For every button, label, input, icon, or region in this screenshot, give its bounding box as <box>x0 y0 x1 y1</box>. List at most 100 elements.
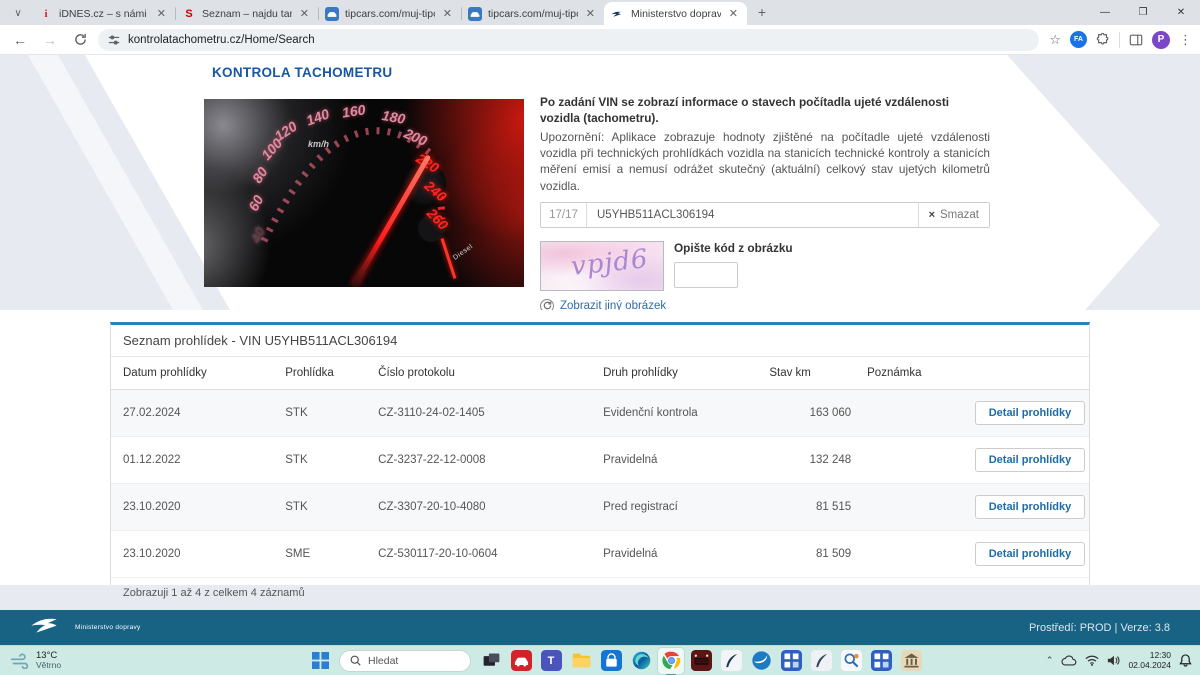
cell-station: STK <box>277 483 371 531</box>
side-panel-icon[interactable] <box>1129 33 1143 47</box>
detail-button[interactable]: Detail prohlídky <box>974 401 1086 425</box>
browser-tab[interactable]: i iDNES.cz – s námi víte víc ✕ <box>32 2 175 25</box>
cell-type: Pravidelná <box>595 436 762 484</box>
forward-icon[interactable]: → <box>38 28 62 52</box>
cell-protocol: CZ-3307-20-10-4080 <box>370 483 596 531</box>
cell-km: 81 515 <box>761 483 860 531</box>
taskbar-search[interactable]: Hledat <box>339 649 471 672</box>
weather-widget[interactable]: 13°C Větrno <box>10 650 62 671</box>
cell-station: STK <box>277 389 371 437</box>
tiles-app-icon[interactable] <box>778 648 804 674</box>
tray-chevron-icon[interactable]: ⌃ <box>1046 655 1054 666</box>
window-maximize-icon[interactable]: ❐ <box>1124 0 1162 25</box>
window-minimize-icon[interactable]: — <box>1086 0 1124 25</box>
wifi-icon[interactable] <box>1085 655 1100 666</box>
taskbar-apps: T <box>478 647 924 675</box>
quill-icon[interactable] <box>718 648 744 674</box>
cell-protocol: CZ-3110-24-02-1405 <box>370 389 596 437</box>
tab-close-icon[interactable]: ✕ <box>298 7 311 20</box>
weather-condition: Větrno <box>36 660 62 671</box>
search-icon <box>350 655 361 666</box>
quill2-icon[interactable] <box>808 648 834 674</box>
table-row: 27.02.2024 STK CZ-3110-24-02-1405 Eviden… <box>111 389 1089 437</box>
captcha-label: Opište kód z obrázku <box>674 240 793 255</box>
tab-close-icon[interactable]: ✕ <box>584 7 597 20</box>
extension-badge[interactable]: FA <box>1070 31 1087 48</box>
window-close-icon[interactable]: ✕ <box>1162 0 1200 25</box>
tab-close-icon[interactable]: ✕ <box>441 7 454 20</box>
bookmark-star-icon[interactable]: ☆ <box>1049 32 1061 48</box>
edge-icon[interactable] <box>628 648 654 674</box>
reload-icon[interactable] <box>68 28 92 52</box>
address-bar[interactable]: kontrolatachometru.cz/Home/Search <box>98 28 1040 51</box>
cell-date: 01.12.2022 <box>111 436 278 484</box>
car-grille-icon[interactable] <box>688 648 714 674</box>
hero-section: KONTROLA TACHOMETRU 120 140 160 180 200 220 24… <box>0 55 1200 310</box>
browser-toolbar: ← → kontrolatachometru.cz/Home/Search ☆ … <box>0 25 1200 55</box>
table-header-row: Datum prohlídky Prohlídka Číslo protokolu D… <box>111 357 1089 390</box>
tab-close-icon[interactable]: ✕ <box>155 7 168 20</box>
file-explorer-icon[interactable] <box>568 648 594 674</box>
column-header: Poznámka <box>859 357 967 390</box>
results-section: Seznam prohlídek - VIN U5YHB511ACL306194… <box>0 310 1200 609</box>
browser-menu-icon[interactable]: ⋮ <box>1179 32 1192 48</box>
detail-button[interactable]: Detail prohlídky <box>974 448 1086 472</box>
onedrive-cloud-icon[interactable] <box>1061 655 1077 666</box>
tiles-app2-icon[interactable] <box>868 648 894 674</box>
vin-input[interactable] <box>587 202 918 227</box>
back-icon[interactable]: ← <box>8 28 32 52</box>
swan-app-icon[interactable] <box>748 648 774 674</box>
site-info-icon[interactable] <box>108 34 120 46</box>
refresh-captcha-link[interactable]: Zobrazit jiný obrázek <box>560 300 666 310</box>
url-text: kontrolatachometru.cz/Home/Search <box>128 33 315 46</box>
browser-tab[interactable]: tipcars.com/muj-tipcars/inzerc ✕ <box>461 2 604 25</box>
taskview-icon[interactable] <box>478 648 504 674</box>
detail-button[interactable]: Detail prohlídky <box>974 495 1086 519</box>
cell-note <box>859 483 967 531</box>
cell-protocol: CZ-530117-20-10-0604 <box>370 530 596 578</box>
refresh-captcha-icon[interactable] <box>540 298 554 310</box>
captcha-image: vpjd6 <box>540 240 664 291</box>
clear-button[interactable]: × Smazat <box>917 202 989 227</box>
profile-avatar[interactable]: P <box>1152 30 1170 49</box>
site-footer: Ministerstvo dopravy Prostředí: PROD | V… <box>0 610 1200 645</box>
new-tab-button[interactable]: + <box>751 1 773 23</box>
tab-search-chevron-icon[interactable]: ∨ <box>6 3 30 23</box>
start-button[interactable] <box>308 649 332 673</box>
column-header: Datum prohlídky <box>111 357 278 390</box>
system-tray: ⌃ 12:30 02.04.2024 <box>1046 650 1192 671</box>
volume-icon[interactable] <box>1107 655 1120 666</box>
cell-type: Pred registrací <box>595 483 762 531</box>
captcha-code-text: vpjd6 <box>569 243 650 282</box>
mdcr-favicon-icon <box>611 7 625 21</box>
table-row: 01.12.2022 STK CZ-3237-22-12-0008 Pravid… <box>111 436 1089 484</box>
browser-tab[interactable]: S Seznam – najdu tam, co nezná ✕ <box>175 2 318 25</box>
store-icon[interactable] <box>598 648 624 674</box>
cell-date: 23.10.2020 <box>111 530 278 578</box>
bank-icon[interactable] <box>898 648 924 674</box>
chrome-icon[interactable] <box>658 647 684 675</box>
cell-note <box>859 530 967 578</box>
ministry-name: Ministerstvo dopravy <box>75 624 141 631</box>
search-gear-icon[interactable] <box>838 648 864 674</box>
teams-icon[interactable]: T <box>538 648 564 674</box>
column-header: Stav km <box>761 357 860 390</box>
browser-tab[interactable]: Ministerstvo dopravy - Kontrol ✕ <box>604 2 747 25</box>
environment-version-text: Prostředí: PROD | Verze: 3.8 <box>1028 621 1170 634</box>
page-title: KONTROLA TACHOMETRU <box>212 65 393 80</box>
cell-km: 81 509 <box>761 530 860 578</box>
detail-button[interactable]: Detail prohlídky <box>974 542 1086 566</box>
tab-close-icon[interactable]: ✕ <box>727 7 740 20</box>
tipcars-app-icon[interactable] <box>508 648 534 674</box>
notification-bell-icon[interactable] <box>1179 654 1192 667</box>
results-panel: Seznam prohlídek - VIN U5YHB511ACL306194… <box>110 322 1090 609</box>
taskbar-clock[interactable]: 12:30 02.04.2024 <box>1128 650 1171 671</box>
vin-input-group: 17/17 ×Smazat <box>540 201 990 228</box>
cell-km: 132 248 <box>761 436 860 484</box>
extensions-puzzle-icon[interactable] <box>1096 32 1110 47</box>
browser-tab[interactable]: tipcars.com/muj-tipcars/inzerc ✕ <box>318 2 461 25</box>
vin-char-counter: 17/17 <box>541 202 587 227</box>
column-header: Prohlídka <box>277 357 371 390</box>
captcha-input[interactable] <box>674 261 738 288</box>
intro-bold-text: Po zadání VIN se zobrazí informace o sta… <box>540 95 950 125</box>
